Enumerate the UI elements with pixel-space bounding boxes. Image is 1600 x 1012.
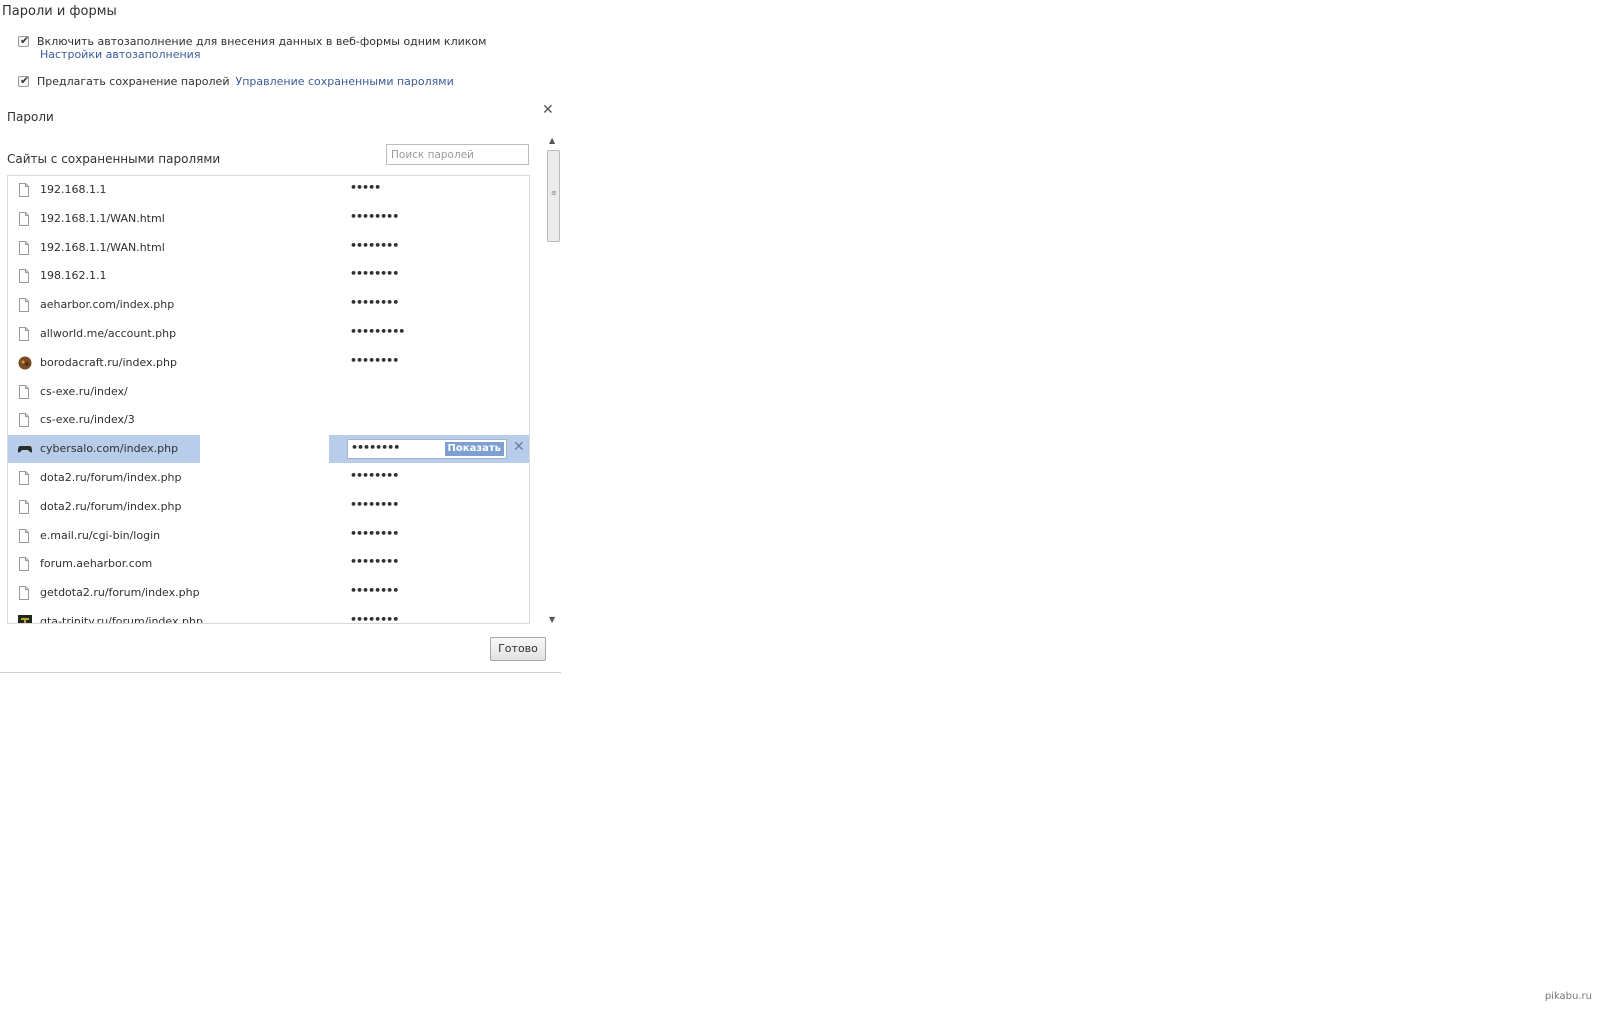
autofill-checkbox[interactable]: ✔	[18, 34, 30, 47]
password-value: ••••••••	[350, 353, 399, 367]
password-value: ••••••••	[350, 267, 399, 281]
password-value: ••••••••	[350, 584, 399, 598]
page-icon	[18, 413, 30, 428]
page-icon	[18, 557, 30, 572]
password-value: •••••••••	[350, 325, 405, 338]
scroll-up-icon[interactable]: ▲	[549, 136, 555, 145]
page-icon	[18, 269, 30, 284]
section-title: Пароли и формы	[2, 4, 117, 19]
password-field[interactable]: •••••••• Показать	[347, 439, 507, 460]
site-url: cybersalo.com/index.php	[40, 442, 179, 456]
passwords-list: 192.168.1.1 ••••• 192.168.1.1/WAN.html ••••…	[7, 175, 530, 624]
site-url: borodacraft.ru/index.php	[40, 355, 177, 369]
site-url: getdota2.ru/forum/index.php	[40, 586, 200, 600]
page-icon	[18, 183, 30, 197]
page-icon	[18, 384, 30, 399]
search-passwords-input[interactable]	[386, 144, 529, 165]
page-icon	[18, 211, 30, 226]
password-value: ••••••••	[350, 296, 399, 310]
passwords-dialog: Пароли ✕ Сайты с сохраненными паролями 1…	[0, 100, 561, 673]
site-url: 198.162.1.1	[40, 269, 107, 283]
page-icon	[18, 240, 30, 255]
password-value: ••••••••	[350, 613, 399, 624]
site-url: dota2.ru/forum/index.php	[40, 499, 182, 513]
close-icon[interactable]: ✕	[542, 102, 554, 118]
password-value: ••••••••	[350, 555, 399, 569]
site-url: cs-exe.ru/index/3	[40, 413, 135, 427]
page-icon	[18, 298, 30, 313]
scrollbar-thumb[interactable]: ≡	[547, 150, 560, 242]
site-url: 192.168.1.1/WAN.html	[40, 211, 165, 225]
watermark: pikabu.ru	[1544, 991, 1592, 1002]
check-icon: ✔	[20, 34, 30, 47]
password-row[interactable]: forum.aeharbor.com ••••••••	[8, 550, 529, 578]
password-row[interactable]: cs-exe.ru/index/3	[8, 406, 529, 434]
password-value: ••••••••	[350, 497, 399, 511]
site-url: forum.aeharbor.com	[40, 557, 153, 571]
password-value: ••••••••	[350, 526, 399, 540]
password-row[interactable]: 198.162.1.1 ••••••••	[8, 262, 529, 290]
trinity-favicon	[18, 615, 32, 623]
site-url: dota2.ru/forum/index.php	[40, 471, 182, 484]
scroll-down-icon[interactable]: ▼	[549, 615, 555, 624]
site-url: allworld.me/account.php	[40, 327, 177, 340]
borodacraft-favicon	[18, 356, 32, 370]
done-button[interactable]: Готово	[490, 637, 546, 661]
autofill-label: Включить автозаполнение для внесения дан…	[37, 35, 487, 48]
password-row[interactable]: gta-trinity.ru/forum/index.php ••••••••	[8, 608, 529, 624]
site-url: 192.168.1.1	[40, 183, 107, 196]
password-row[interactable]: 192.168.1.1 •••••	[8, 176, 529, 204]
password-row[interactable]: getdota2.ru/forum/index.php ••••••••	[8, 579, 529, 607]
site-url: aeharbor.com/index.php	[40, 298, 175, 312]
password-row[interactable]: 192.168.1.1/WAN.html ••••••••	[8, 205, 529, 233]
password-row[interactable]: 192.168.1.1/WAN.html ••••••••	[8, 234, 529, 262]
save-passwords-checkbox[interactable]: ✔	[18, 74, 30, 87]
password-value: •••••	[350, 181, 381, 194]
page-icon	[18, 327, 30, 341]
saved-sites-heading: Сайты с сохраненными паролями	[7, 152, 221, 166]
password-value: ••••••••	[350, 238, 399, 252]
password-value: ••••••••	[350, 469, 399, 482]
password-row[interactable]: dota2.ru/forum/index.php ••••••••	[8, 464, 529, 492]
grip-icon: ≡	[551, 189, 557, 197]
manage-passwords-link[interactable]: Управление сохраненными паролями	[235, 75, 453, 88]
site-url: gta-trinity.ru/forum/index.php	[40, 615, 203, 624]
autofill-row: ✔ Включить автозаполнение для внесения д…	[18, 34, 487, 48]
save-passwords-label: Предлагать сохранение паролей	[37, 75, 230, 88]
site-url: e.mail.ru/cgi-bin/login	[40, 528, 161, 542]
password-value: ••••••••	[351, 441, 400, 455]
check-icon: ✔	[20, 74, 30, 87]
show-password-button[interactable]: Показать	[444, 442, 504, 457]
password-value: ••••••••	[350, 209, 399, 223]
remove-password-icon[interactable]: ✕	[513, 439, 525, 455]
gamepad-icon	[18, 442, 32, 456]
password-row[interactable]: allworld.me/account.php •••••••••	[8, 320, 529, 348]
dialog-title: Пароли	[7, 110, 54, 124]
password-row[interactable]: dota2.ru/forum/index.php ••••••••	[8, 493, 529, 521]
page-icon	[18, 499, 30, 514]
password-row[interactable]: aeharbor.com/index.php ••••••••	[8, 291, 529, 319]
save-passwords-row: ✔ Предлагать сохранение паролей Управлен…	[18, 74, 454, 88]
password-row[interactable]: e.mail.ru/cgi-bin/login ••••••••	[8, 522, 529, 550]
page-icon	[18, 528, 30, 543]
autofill-settings-link[interactable]: Настройки автозаполнения	[40, 48, 200, 61]
password-row[interactable]: borodacraft.ru/index.php ••••••••	[8, 349, 529, 377]
page-icon	[18, 471, 30, 485]
password-row[interactable]: cs-exe.ru/index/	[8, 378, 529, 406]
scrollbar[interactable]: ▲ ≡ ▼	[546, 134, 561, 626]
page-icon	[18, 586, 30, 601]
site-url: cs-exe.ru/index/	[40, 384, 128, 398]
password-row[interactable]: cybersalo.com/index.php •••••••• Показать ✕	[8, 435, 529, 464]
site-url: 192.168.1.1/WAN.html	[40, 240, 165, 254]
